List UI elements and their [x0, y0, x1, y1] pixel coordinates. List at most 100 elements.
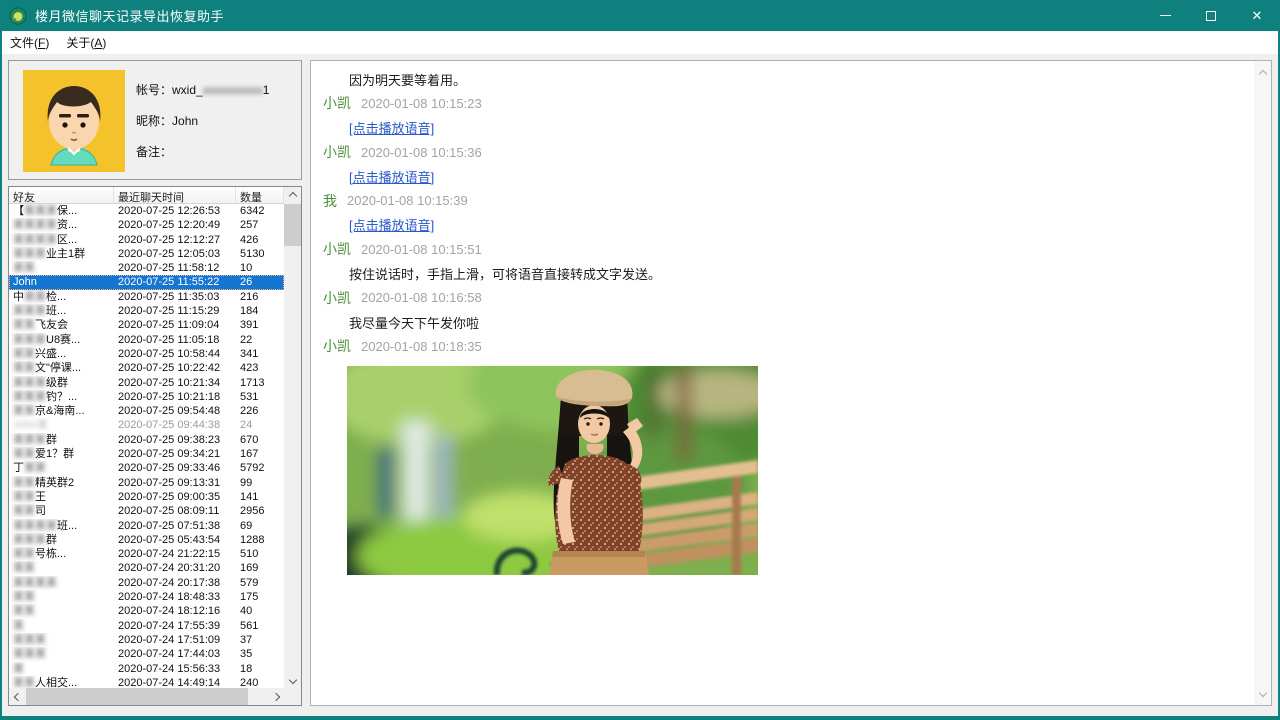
chat-messages: 因为明天要等着用。小凯 2020-01-08 10:15:23 [点击播放语音] 小凯… — [311, 61, 1254, 705]
friend-row[interactable]: 某某王2020-07-25 09:00:35141 — [9, 490, 284, 504]
chat-scroll-up-button[interactable] — [1254, 65, 1271, 82]
chevron-up-icon — [1258, 69, 1266, 77]
friend-row[interactable]: 某某某2020-07-24 17:51:0937 — [9, 633, 284, 647]
vertical-scroll-thumb[interactable] — [284, 204, 301, 246]
friend-row[interactable]: 某某某业主1群2020-07-25 12:05:035130 — [9, 247, 284, 261]
message-text: 我尽量今天下午发你啦 — [349, 313, 479, 332]
friend-row[interactable]: 某某文"停课...2020-07-25 10:22:42423 — [9, 361, 284, 375]
friend-row[interactable]: 某某某U8赛...2020-07-25 11:05:1822 — [9, 333, 284, 347]
account-label: 帐号： — [136, 83, 172, 97]
chevron-left-icon — [13, 692, 21, 700]
remark-row: 备注： — [136, 143, 172, 160]
app-window: 楼月微信聊天记录导出恢复助手 ✕ 文件(F) 关于(A) — [0, 0, 1280, 720]
menubar: 文件(F) 关于(A) — [0, 31, 1280, 54]
message-text: 按住说话时，手指上滑，可将语音直接转成文字发送。 — [349, 264, 661, 283]
friend-row[interactable]: 某2020-07-24 17:55:39561 — [9, 619, 284, 633]
message-timestamp: 2020-01-08 10:15:51 — [361, 242, 482, 257]
friend-row[interactable]: 某某2020-07-24 20:31:20169 — [9, 561, 284, 575]
horizontal-scroll-thumb[interactable] — [26, 688, 248, 705]
chevron-down-icon — [288, 675, 296, 683]
message-sender: 小凯 — [323, 239, 351, 259]
titlebar: 楼月微信聊天记录导出恢复助手 ✕ — [0, 0, 1280, 31]
friend-row[interactable]: 某某某班...2020-07-25 11:15:29184 — [9, 304, 284, 318]
friend-row[interactable]: John某2020-07-25 09:44:3824 — [9, 418, 284, 432]
nickname-value: John — [172, 114, 198, 128]
friend-row[interactable]: 某某爱1？群2020-07-25 09:34:21167 — [9, 447, 284, 461]
scroll-left-button[interactable] — [9, 688, 26, 705]
friend-row[interactable]: 某某兴盛...2020-07-25 10:58:44341 — [9, 347, 284, 361]
scrollbar-corner — [284, 688, 301, 705]
friend-row[interactable]: 某某2020-07-25 11:58:1210 — [9, 261, 284, 275]
friend-row[interactable]: 某某某级群2020-07-25 10:21:341713 — [9, 376, 284, 390]
maximize-button[interactable] — [1188, 0, 1234, 31]
friend-row[interactable]: 某某某钓？...2020-07-25 10:21:18531 — [9, 390, 284, 404]
friend-row[interactable]: 某某某某2020-07-24 20:17:38579 — [9, 576, 284, 590]
remark-label: 备注： — [136, 145, 172, 159]
chat-image — [347, 366, 758, 575]
friend-row[interactable]: 某2020-07-24 15:56:3318 — [9, 662, 284, 676]
chat-panel: 因为明天要等着用。小凯 2020-01-08 10:15:23 [点击播放语音] 小凯… — [310, 60, 1272, 706]
scroll-up-button[interactable] — [284, 187, 301, 204]
message-timestamp: 2020-01-08 10:18:35 — [361, 339, 482, 354]
chevron-right-icon — [271, 692, 279, 700]
friend-row[interactable]: 中某某检...2020-07-25 11:35:03216 — [9, 290, 284, 304]
friend-row[interactable]: 某某飞友会2020-07-25 11:09:04391 — [9, 318, 284, 332]
minimize-button[interactable] — [1142, 0, 1188, 31]
window-border-bottom — [0, 716, 1280, 720]
menu-item-about[interactable]: 关于(A) — [59, 31, 113, 54]
friends-list-header: 好友 最近聊天时间 数量 — [9, 187, 284, 204]
scroll-down-button[interactable] — [284, 671, 301, 688]
avatar — [23, 70, 125, 172]
profile-panel: 帐号：wxid_xxxxxxxxxx1 昵称：John 备注： — [8, 60, 302, 180]
column-header-friend[interactable]: 好友 — [9, 187, 114, 203]
chevron-down-icon — [1258, 688, 1266, 696]
friend-row[interactable]: 【某某某保...2020-07-25 12:26:536342 — [9, 204, 284, 218]
column-header-time[interactable]: 最近聊天时间 — [114, 187, 236, 203]
voice-play-link[interactable]: [点击播放语音] — [349, 118, 434, 137]
message-timestamp: 2020-01-08 10:16:58 — [361, 290, 482, 305]
app-icon — [9, 7, 27, 25]
chat-scroll-down-button[interactable] — [1254, 684, 1271, 701]
friend-row[interactable]: 某某精英群22020-07-25 09:13:3199 — [9, 476, 284, 490]
friend-row[interactable]: 某某某某区...2020-07-25 12:12:27426 — [9, 233, 284, 247]
friends-horizontal-scrollbar[interactable] — [9, 688, 284, 705]
message-sender: 小凯 — [323, 336, 351, 356]
chat-vertical-scrollbar[interactable] — [1254, 61, 1271, 705]
friend-row[interactable]: 某某人相交...2020-07-24 14:49:14240 — [9, 676, 284, 688]
message-sender: 小凯 — [323, 142, 351, 162]
voice-play-link[interactable]: [点击播放语音] — [349, 215, 434, 234]
nickname-row: 昵称：John — [136, 112, 198, 129]
message-timestamp: 2020-01-08 10:15:23 — [361, 96, 482, 111]
friend-row[interactable]: 丁某某2020-07-25 09:33:465792 — [9, 461, 284, 475]
nickname-label: 昵称： — [136, 114, 172, 128]
account-row: 帐号：wxid_xxxxxxxxxx1 — [136, 81, 269, 98]
friends-vertical-scrollbar[interactable] — [284, 187, 301, 688]
message-timestamp: 2020-01-08 10:15:36 — [361, 145, 482, 160]
window-border-left — [0, 0, 2, 720]
column-header-count[interactable]: 数量 — [236, 187, 284, 203]
friend-row[interactable]: 某某某群2020-07-25 09:38:23670 — [9, 433, 284, 447]
message-sender: 小凯 — [323, 288, 351, 308]
friend-row[interactable]: 某某某群2020-07-25 05:43:541288 — [9, 533, 284, 547]
account-value: wxid_xxxxxxxxxx1 — [172, 83, 269, 97]
friend-row[interactable]: 某某司2020-07-25 08:09:112956 — [9, 504, 284, 518]
friend-row[interactable]: 某某京&海南...2020-07-25 09:54:48226 — [9, 404, 284, 418]
friend-row[interactable]: 某某某某班...2020-07-25 07:51:3869 — [9, 519, 284, 533]
friend-row[interactable]: 某某某2020-07-24 17:44:0335 — [9, 647, 284, 661]
message-sender: 小凯 — [323, 93, 351, 113]
message-sender: 我 — [323, 191, 337, 211]
friend-row[interactable]: 某某某某资...2020-07-25 12:20:49257 — [9, 218, 284, 232]
friend-row[interactable]: John2020-07-25 11:55:2226 — [9, 275, 284, 289]
window-title: 楼月微信聊天记录导出恢复助手 — [35, 6, 224, 25]
voice-play-link[interactable]: [点击播放语音] — [349, 167, 434, 186]
friend-row[interactable]: 某某2020-07-24 18:12:1640 — [9, 604, 284, 618]
friend-row[interactable]: 某某号栋...2020-07-24 21:22:15510 — [9, 547, 284, 561]
close-button[interactable]: ✕ — [1234, 0, 1280, 31]
menu-item-file[interactable]: 文件(F) — [3, 31, 56, 54]
chevron-up-icon — [288, 191, 296, 199]
scroll-right-button[interactable] — [267, 688, 284, 705]
friends-rows: 【某某某保...2020-07-25 12:26:536342某某某某资...2… — [9, 204, 284, 688]
friends-list: 好友 最近聊天时间 数量 【某某某保...2020-07-25 12:26:53… — [8, 186, 302, 706]
message-text: 因为明天要等着用。 — [349, 70, 466, 89]
friend-row[interactable]: 某某2020-07-24 18:48:33175 — [9, 590, 284, 604]
